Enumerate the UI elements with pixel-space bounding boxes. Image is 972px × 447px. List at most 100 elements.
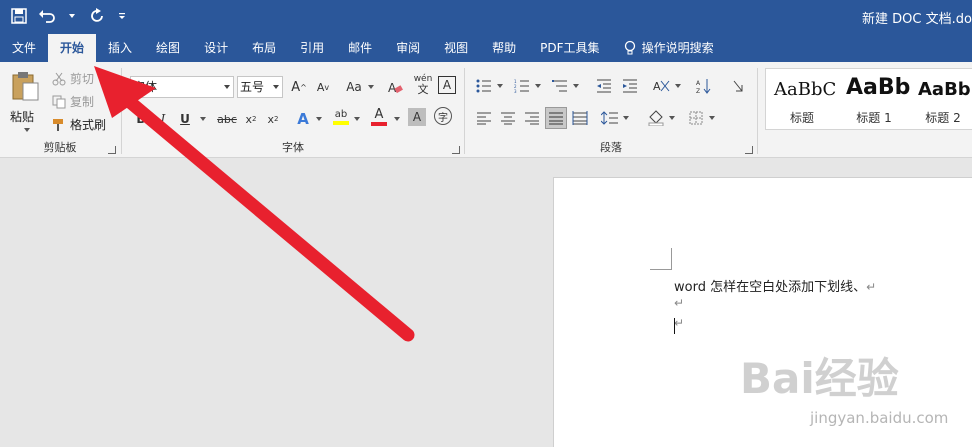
font-size-combo[interactable]: 五号 — [237, 76, 283, 98]
undo-dropdown-icon[interactable] — [62, 4, 82, 28]
clipboard-launcher-icon[interactable] — [108, 146, 116, 154]
strikethrough-icon[interactable]: abc — [214, 108, 240, 130]
numbering-icon[interactable]: 123 — [511, 75, 533, 97]
paste-button[interactable]: 粘贴 — [10, 70, 44, 134]
underline-icon[interactable]: U — [174, 108, 196, 130]
document-line-1[interactable]: word 怎样在空白处添加下划线、↵ — [674, 276, 876, 295]
cut-label: 剪切 — [70, 72, 95, 86]
tell-me-label: 操作说明搜索 — [641, 41, 714, 55]
change-case-button[interactable]: Aa — [342, 76, 366, 98]
tab-mailings[interactable]: 邮件 — [336, 34, 384, 62]
style-title[interactable]: AaBbC 标题 — [766, 69, 838, 129]
paste-icon — [12, 72, 39, 101]
phonetic-guide-button[interactable]: wén 文 — [410, 74, 436, 96]
tab-layout[interactable]: 布局 — [240, 34, 288, 62]
justify-icon[interactable] — [545, 107, 567, 129]
font-size-value: 五号 — [240, 80, 265, 94]
shrink-font-icon[interactable]: Av — [312, 76, 334, 98]
decrease-indent-icon[interactable] — [593, 75, 615, 97]
copy-button[interactable]: 复制 — [52, 93, 94, 110]
title-bar: 新建 DOC 文档.do — [0, 0, 972, 34]
character-border-icon[interactable]: A — [438, 76, 456, 94]
style-heading-2-name: 标题 2 — [925, 111, 961, 125]
ribbon-tabs: 文件 开始 插入 绘图 设计 布局 引用 邮件 审阅 视图 帮助 PDF工具集 … — [0, 34, 972, 62]
baidu-watermark: Bai经验 jingyan.baidu.com — [740, 345, 970, 445]
copy-label: 复制 — [70, 95, 95, 109]
italic-icon[interactable]: I — [152, 108, 174, 130]
subscript-icon[interactable]: x2 — [240, 108, 262, 130]
font-color-icon[interactable]: A — [368, 106, 390, 128]
scissors-icon — [52, 72, 66, 85]
superscript-icon[interactable]: x2 — [262, 108, 284, 130]
paragraph-mark: ↵ — [866, 280, 877, 294]
style-heading-1-name: 标题 1 — [856, 111, 892, 125]
shading-icon[interactable] — [645, 107, 667, 129]
font-group-label: 字体 — [282, 141, 304, 154]
tab-references[interactable]: 引用 — [288, 34, 336, 62]
paragraph-launcher-icon[interactable] — [745, 146, 753, 154]
format-painter-label: 格式刷 — [70, 118, 107, 132]
clipboard-group: 粘贴 剪切 复制 格式刷 剪贴板 — [0, 62, 120, 158]
paragraph-group-label: 段落 — [600, 141, 622, 154]
tab-design[interactable]: 设计 — [192, 34, 240, 62]
text-caret — [674, 318, 675, 334]
tell-me-search[interactable]: 操作说明搜索 — [612, 34, 726, 62]
align-left-icon[interactable] — [473, 107, 495, 129]
chinese-layout-icon[interactable]: A — [651, 75, 673, 97]
sort-icon[interactable]: AZ — [693, 75, 715, 97]
bold-icon[interactable]: B — [130, 108, 152, 130]
change-case-label: Aa — [346, 80, 362, 94]
bullets-icon[interactable] — [473, 75, 495, 97]
style-heading-2[interactable]: AaBb 标题 2 — [910, 69, 972, 129]
style-heading-1[interactable]: AaBb 标题 1 — [838, 69, 910, 129]
undo-icon[interactable] — [34, 4, 60, 28]
text-effects-icon[interactable]: A — [292, 108, 314, 130]
font-name-combo[interactable]: 宋体 — [130, 76, 234, 98]
format-painter-icon — [53, 118, 63, 131]
character-shading-icon[interactable]: A — [408, 108, 426, 126]
cut-button[interactable]: 剪切 — [52, 70, 94, 87]
grow-font-icon[interactable]: A ^ — [288, 76, 310, 98]
tab-home[interactable]: 开始 — [48, 34, 97, 62]
align-center-icon[interactable] — [497, 107, 519, 129]
style-title-sample: AaBbC — [774, 79, 837, 100]
multilevel-list-icon[interactable] — [549, 75, 571, 97]
svg-text:A: A — [653, 80, 661, 93]
increase-indent-icon[interactable] — [619, 75, 641, 97]
repeat-icon[interactable] — [84, 4, 110, 28]
document-title: 新建 DOC 文档.do — [862, 12, 972, 27]
svg-text:A: A — [388, 81, 397, 95]
line-spacing-icon[interactable] — [599, 107, 621, 129]
highlight-color-icon[interactable]: ab — [330, 106, 352, 128]
tab-pdf-tools[interactable]: PDF工具集 — [528, 34, 611, 62]
tab-help[interactable]: 帮助 — [480, 34, 528, 62]
watermark-url: jingyan.baidu.com — [810, 409, 949, 427]
enclose-characters-icon[interactable]: 字 — [434, 107, 452, 125]
tab-file[interactable]: 文件 — [0, 34, 48, 62]
svg-text:Z: Z — [696, 88, 700, 94]
format-painter-button[interactable]: 格式刷 — [52, 116, 106, 133]
clear-formatting-icon[interactable]: A — [384, 76, 406, 98]
borders-icon[interactable] — [685, 107, 707, 129]
font-launcher-icon[interactable] — [452, 146, 460, 154]
tab-view[interactable]: 视图 — [432, 34, 480, 62]
distributed-icon[interactable] — [569, 107, 591, 129]
show-paragraph-marks-icon[interactable] — [727, 75, 749, 97]
svg-text:3: 3 — [514, 89, 517, 93]
paste-label: 粘贴 — [10, 110, 35, 124]
tab-draw[interactable]: 绘图 — [144, 34, 192, 62]
document-line-1-text: word 怎样在空白处添加下划线、 — [674, 280, 867, 295]
tab-insert[interactable]: 插入 — [96, 34, 144, 62]
ribbon: 粘贴 剪切 复制 格式刷 剪贴板 宋体 五号 A ^ Av Aa A wén 文… — [0, 62, 972, 158]
align-right-icon[interactable] — [521, 107, 543, 129]
customize-qat-icon[interactable] — [112, 4, 132, 28]
style-heading-1-sample: AaBb — [846, 75, 911, 100]
styles-gallery: AaBbC 标题 AaBb 标题 1 AaBb 标题 2 — [765, 68, 972, 130]
tab-review[interactable]: 审阅 — [384, 34, 432, 62]
cursor-paragraph-mark: ↵ — [674, 316, 685, 330]
style-heading-2-sample: AaBb — [918, 79, 971, 100]
save-icon[interactable] — [6, 4, 32, 28]
font-group: 宋体 五号 A ^ Av Aa A wén 文 A B I U abc x2 x2 … — [122, 62, 464, 158]
margin-corner-mark — [650, 248, 672, 270]
empty-paragraph-mark: ↵ — [674, 296, 685, 310]
